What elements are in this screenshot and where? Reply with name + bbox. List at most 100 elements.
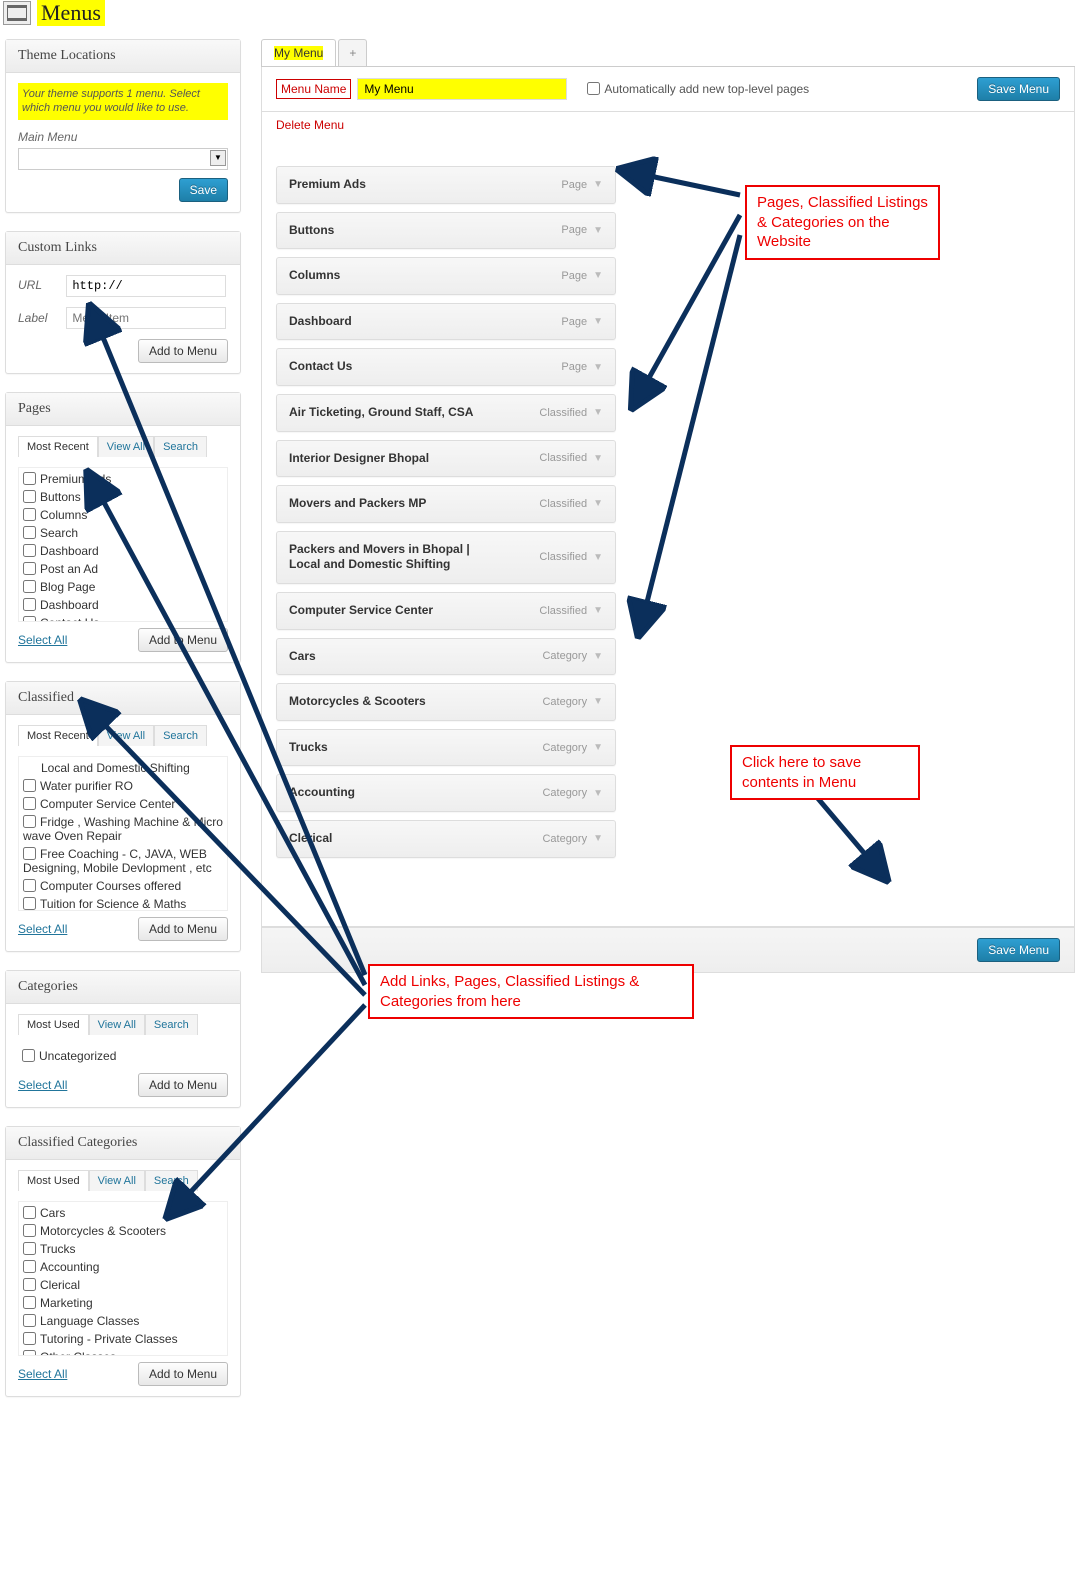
tab-view-all[interactable]: View All (107, 441, 145, 453)
list-item[interactable]: Computer Service Center (23, 795, 223, 813)
menu-item[interactable]: Interior Designer BhopalClassified▼ (276, 440, 616, 478)
menu-item[interactable]: DashboardPage▼ (276, 303, 616, 341)
pages-checklist[interactable]: Premium AdsButtonsColumnsSearch Dashboard… (18, 467, 228, 622)
main-menu-select[interactable] (18, 148, 228, 170)
url-input[interactable] (66, 275, 226, 297)
list-item[interactable]: Language Classes (23, 1312, 223, 1330)
menu-item[interactable]: Movers and Packers MPClassified▼ (276, 485, 616, 523)
checkbox[interactable] (23, 1242, 36, 1255)
list-item[interactable]: Marketing (23, 1294, 223, 1312)
tab-view-all[interactable]: View All (98, 1019, 136, 1031)
save-menu-bottom-button[interactable]: Save Menu (977, 938, 1060, 962)
auto-add-checkbox[interactable] (587, 82, 600, 95)
tab-view-all[interactable]: View All (107, 730, 145, 742)
pages-select-all[interactable]: Select All (18, 633, 67, 647)
tab-most-used[interactable]: Most Used (27, 1175, 80, 1187)
chevron-down-icon[interactable]: ▼ (593, 651, 603, 662)
classified-categories-checklist[interactable]: CarsMotorcycles & ScootersTrucksAccounti… (18, 1201, 228, 1356)
list-item[interactable]: Search (23, 524, 223, 542)
tab-view-all[interactable]: View All (98, 1175, 136, 1187)
menu-item[interactable]: ClericalCategory▼ (276, 820, 616, 858)
menu-tab-active[interactable]: My Menu (261, 39, 336, 66)
checkbox[interactable] (23, 1314, 36, 1327)
list-item[interactable]: Columns (23, 506, 223, 524)
checkbox[interactable] (23, 1296, 36, 1309)
list-item[interactable]: Fridge , Washing Machine & Micro wave Ov… (23, 813, 223, 845)
checkbox[interactable] (23, 1224, 36, 1237)
tab-most-recent[interactable]: Most Recent (27, 441, 89, 453)
menu-tab-add[interactable]: + (338, 39, 367, 66)
checkbox[interactable] (23, 1206, 36, 1219)
list-item[interactable]: Computer Courses offered (23, 877, 223, 895)
checkbox[interactable] (23, 472, 36, 485)
checkbox[interactable] (23, 526, 36, 539)
list-item[interactable]: Blog Page (23, 578, 223, 596)
chevron-down-icon[interactable]: ▼ (593, 833, 603, 844)
list-item[interactable]: Free Coaching - C, JAVA, WEB Designing, … (23, 845, 223, 877)
chevron-down-icon[interactable]: ▼ (593, 225, 603, 236)
categories-select-all[interactable]: Select All (18, 1078, 67, 1092)
checkbox[interactable] (23, 1332, 36, 1345)
list-item[interactable]: Tutoring - Private Classes (23, 1330, 223, 1348)
categories-add-button[interactable]: Add to Menu (138, 1073, 228, 1097)
classified-categories-select-all[interactable]: Select All (18, 1367, 67, 1381)
checkbox[interactable] (23, 847, 36, 860)
chevron-down-icon[interactable]: ▼ (593, 270, 603, 281)
menu-item[interactable]: Premium AdsPage▼ (276, 166, 616, 204)
chevron-down-icon[interactable]: ▼ (593, 362, 603, 373)
chevron-down-icon[interactable]: ▼ (593, 552, 603, 563)
chevron-down-icon[interactable]: ▼ (593, 316, 603, 327)
list-item[interactable]: Uncategorized (22, 1047, 224, 1065)
checkbox[interactable] (22, 1049, 35, 1062)
menu-item[interactable]: CarsCategory▼ (276, 638, 616, 676)
list-item[interactable]: Premium Ads (23, 470, 223, 488)
chevron-down-icon[interactable]: ▼ (593, 696, 603, 707)
chevron-down-icon[interactable]: ▼ (593, 498, 603, 509)
menu-item[interactable]: TrucksCategory▼ (276, 729, 616, 767)
classified-categories-add-button[interactable]: Add to Menu (138, 1362, 228, 1386)
tab-search[interactable]: Search (163, 441, 198, 453)
chevron-down-icon[interactable]: ▼ (593, 453, 603, 464)
list-item[interactable]: Accounting (23, 1258, 223, 1276)
save-menu-top-button[interactable]: Save Menu (977, 77, 1060, 101)
menu-item[interactable]: ButtonsPage▼ (276, 212, 616, 250)
list-item[interactable]: Dashboard (23, 596, 223, 614)
tab-search[interactable]: Search (163, 730, 198, 742)
checkbox[interactable] (23, 879, 36, 892)
chevron-down-icon[interactable]: ▼ (593, 742, 603, 753)
checkbox[interactable] (23, 508, 36, 521)
tab-most-recent[interactable]: Most Recent (27, 730, 89, 742)
list-item[interactable]: Clerical (23, 1276, 223, 1294)
list-item[interactable]: Cars (23, 1204, 223, 1222)
tab-search[interactable]: Search (154, 1019, 189, 1031)
categories-checklist[interactable]: Uncategorized (18, 1045, 228, 1067)
checkbox[interactable] (23, 598, 36, 611)
list-item[interactable]: Trucks (23, 1240, 223, 1258)
theme-locations-save-button[interactable]: Save (179, 178, 228, 202)
tab-search[interactable]: Search (154, 1175, 189, 1187)
chevron-down-icon[interactable]: ▼ (593, 605, 603, 616)
chevron-down-icon[interactable]: ▼ (593, 407, 603, 418)
list-item[interactable]: Tuition for Science & Maths (23, 895, 223, 911)
custom-links-add-button[interactable]: Add to Menu (138, 339, 228, 363)
checkbox[interactable] (23, 897, 36, 910)
checkbox[interactable] (23, 1278, 36, 1291)
checkbox[interactable] (23, 1350, 36, 1356)
classified-add-button[interactable]: Add to Menu (138, 917, 228, 941)
classified-select-all[interactable]: Select All (18, 922, 67, 936)
menu-item[interactable]: Air Ticketing, Ground Staff, CSAClassifi… (276, 394, 616, 432)
chevron-down-icon[interactable]: ▼ (593, 179, 603, 190)
checkbox[interactable] (23, 1260, 36, 1273)
menu-item[interactable]: AccountingCategory▼ (276, 774, 616, 812)
tab-most-used[interactable]: Most Used (27, 1019, 80, 1031)
menu-item[interactable]: ColumnsPage▼ (276, 257, 616, 295)
list-item[interactable]: Buttons (23, 488, 223, 506)
menu-name-input[interactable] (357, 78, 567, 100)
checkbox[interactable] (23, 544, 36, 557)
checkbox[interactable] (23, 779, 36, 792)
checkbox[interactable] (23, 815, 36, 828)
checkbox[interactable] (23, 580, 36, 593)
checkbox[interactable] (23, 562, 36, 575)
delete-menu-link[interactable]: Delete Menu (276, 118, 344, 132)
auto-add-checkbox-wrap[interactable]: Automatically add new top-level pages (587, 82, 809, 96)
